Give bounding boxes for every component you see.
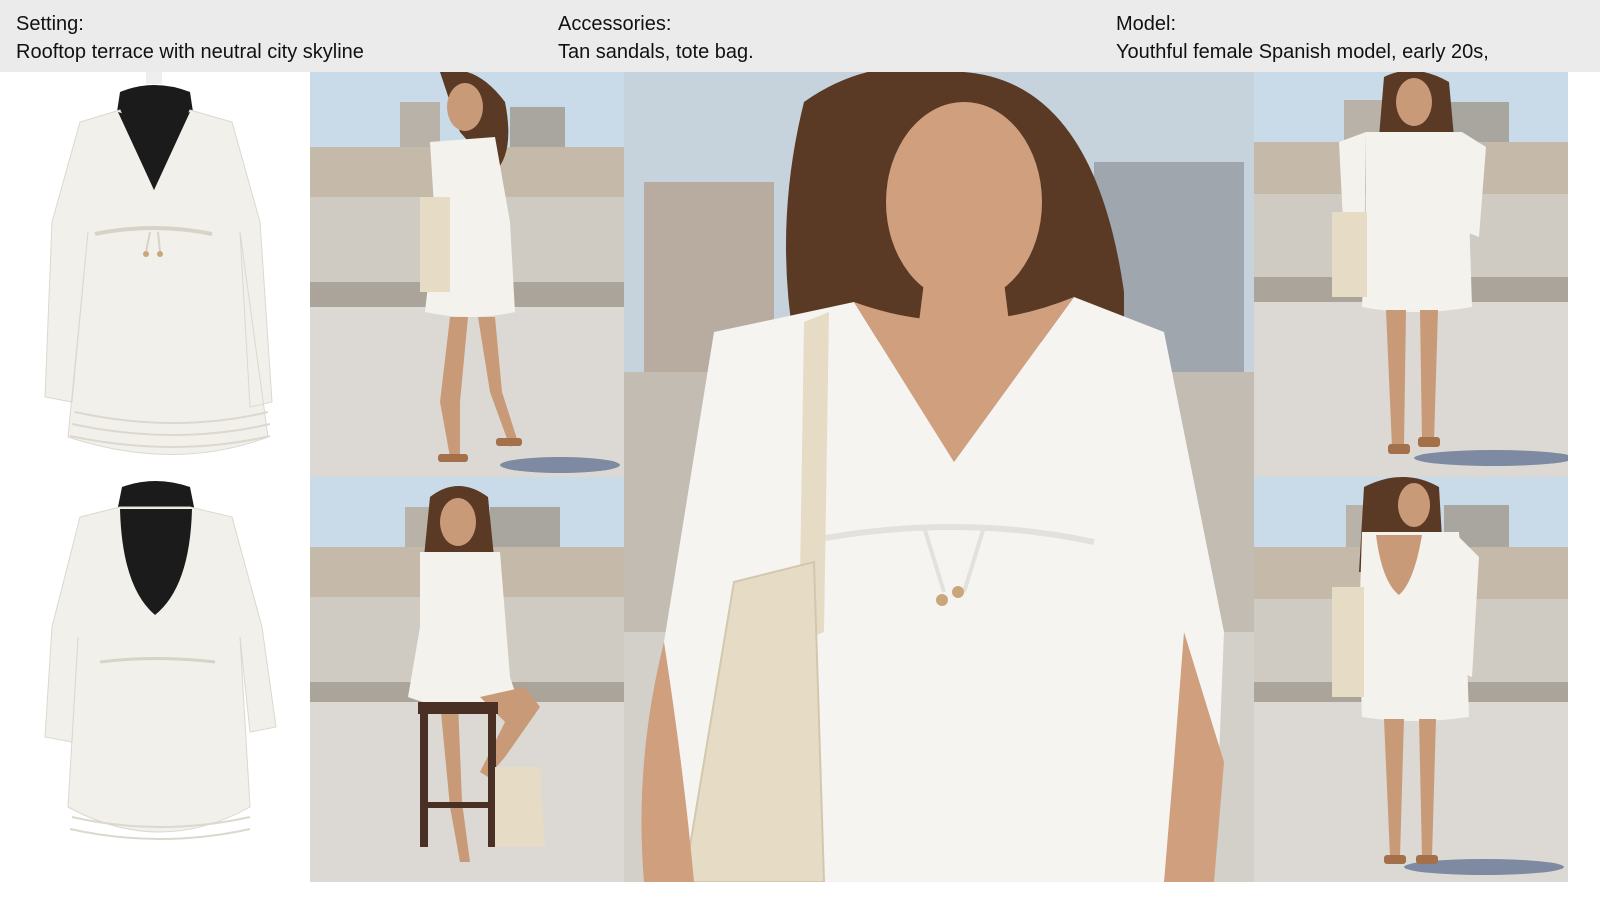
model-side-view-image	[310, 72, 624, 477]
dress-back-image	[0, 477, 310, 882]
setting-block: Setting: Rooftop terrace with neutral ci…	[16, 10, 364, 66]
accessories-value: Tan sandals, tote bag.	[558, 41, 754, 63]
setting-value: Rooftop terrace with neutral city skylin…	[16, 41, 364, 63]
accessories-label: Accessories:	[558, 13, 672, 35]
accessories-block: Accessories: Tan sandals, tote bag.	[558, 10, 754, 66]
dress-front-image	[0, 72, 310, 477]
model-front-image	[1254, 72, 1568, 477]
header-bar: Setting: Rooftop terrace with neutral ci…	[0, 0, 1600, 72]
model-seated-image	[310, 477, 624, 882]
model-value: Youthful female Spanish model, early 20s…	[1116, 41, 1489, 63]
setting-label: Setting:	[16, 13, 84, 35]
model-label: Model:	[1116, 13, 1177, 35]
model-back-image	[1254, 477, 1568, 882]
model-block: Model: Youthful female Spanish model, ea…	[1116, 10, 1489, 66]
model-closeup-image	[624, 72, 1254, 882]
